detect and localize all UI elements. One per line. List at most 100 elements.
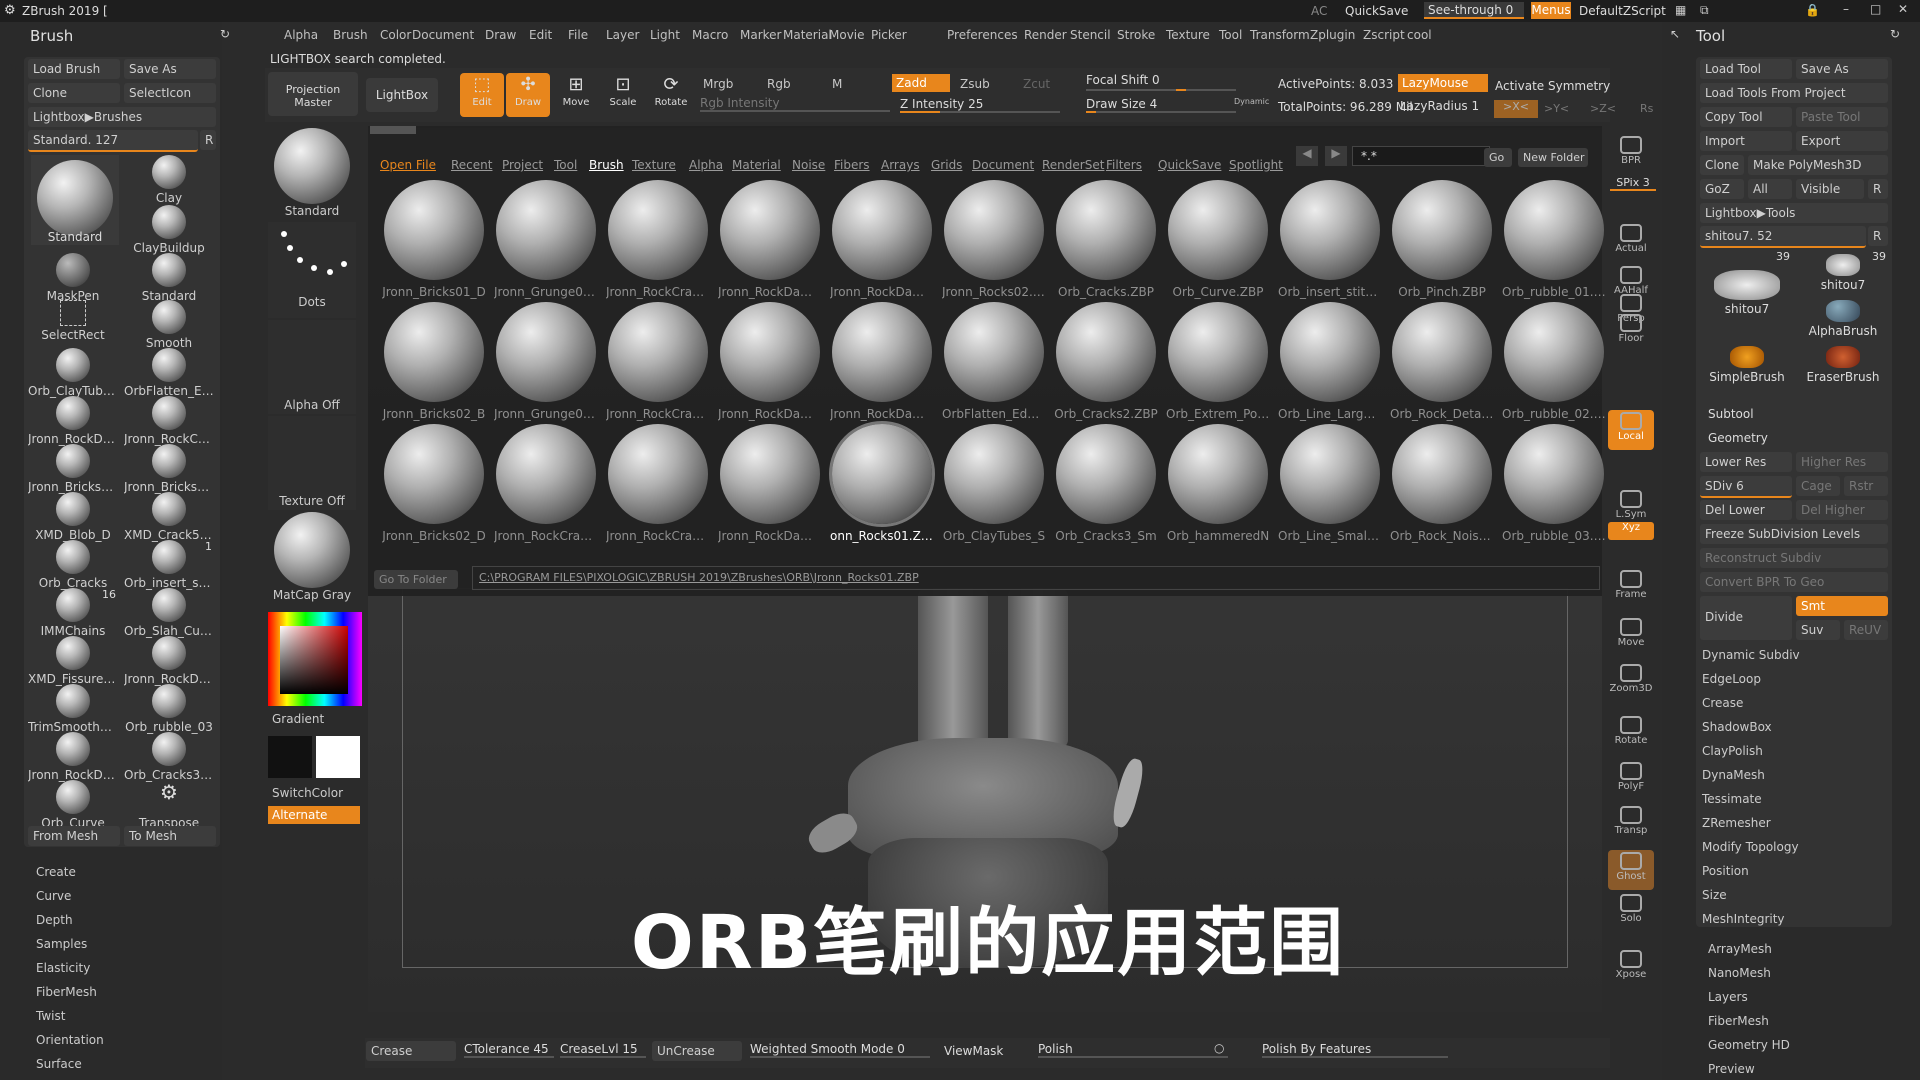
menu-tool[interactable]: Tool bbox=[1219, 28, 1242, 42]
tab-material[interactable]: Material bbox=[732, 158, 781, 172]
menu-document[interactable]: Document bbox=[412, 28, 474, 42]
lightbox-item[interactable]: Orb_Cracks3_Sm bbox=[1054, 424, 1158, 544]
menu-material[interactable]: Material bbox=[783, 28, 832, 42]
shelf-frame-button[interactable]: Frame bbox=[1608, 568, 1654, 608]
tab-open-file[interactable]: Open File bbox=[380, 158, 436, 172]
lightbox-go-button[interactable]: Go bbox=[1484, 148, 1512, 167]
geometry-dynamesh[interactable]: DynaMesh bbox=[1702, 768, 1888, 782]
brush-slot[interactable]: Orb_Cracks bbox=[28, 540, 118, 590]
tab-grids[interactable]: Grids bbox=[931, 158, 962, 172]
menu-texture[interactable]: Texture bbox=[1166, 28, 1210, 42]
shelf-transp-button[interactable]: Transp bbox=[1608, 804, 1654, 844]
r-button[interactable]: R bbox=[200, 130, 216, 150]
rstr-button[interactable]: Rstr bbox=[1844, 476, 1888, 496]
subpalette-twist[interactable]: Twist bbox=[36, 1009, 65, 1023]
all-button[interactable]: All bbox=[1748, 179, 1792, 199]
subpalette-fibermesh[interactable]: FiberMesh bbox=[36, 985, 97, 999]
z-intensity-slider[interactable]: Z Intensity 25 bbox=[900, 97, 1060, 113]
lightbox-item[interactable]: Orb_Cracks.ZBP bbox=[1054, 180, 1158, 300]
shelf-polyf-button[interactable]: PolyF bbox=[1608, 760, 1654, 800]
subpalette-elasticity[interactable]: Elasticity bbox=[36, 961, 90, 975]
lightbox-item[interactable]: Orb_Rock_Noise.Z bbox=[1390, 424, 1494, 544]
close-icon[interactable]: ✕ bbox=[1898, 2, 1908, 16]
subpalette-samples[interactable]: Samples bbox=[36, 937, 87, 951]
lightbox-item[interactable]: Jronn_RockDama( bbox=[718, 424, 822, 544]
load-tools-from-project-button[interactable]: Load Tools From Project bbox=[1700, 83, 1888, 103]
refresh-icon[interactable]: ↻ bbox=[220, 27, 230, 41]
projection-master-button[interactable]: Projection Master bbox=[268, 72, 358, 116]
brush-slot[interactable]: XMD_Fissure3_D bbox=[28, 636, 118, 686]
geometry-claypolish[interactable]: ClayPolish bbox=[1702, 744, 1888, 758]
lightbox-item[interactable]: Jronn_RockCrack( bbox=[606, 180, 710, 300]
lightbox-item[interactable]: Jronn_Rocks02.ZB bbox=[942, 180, 1046, 300]
lightbox-tools-button[interactable]: Lightbox▶Tools bbox=[1700, 203, 1888, 223]
tool-slot[interactable]: SimpleBrush bbox=[1702, 342, 1792, 408]
lightbox-item[interactable]: Orb_Line_Large.Z bbox=[1278, 302, 1382, 422]
tab-filters[interactable]: Filters bbox=[1106, 158, 1142, 172]
brush-slot[interactable]: Jronn_Bricks01_D bbox=[124, 444, 214, 494]
menu-zplugin[interactable]: Zplugin bbox=[1310, 28, 1355, 42]
brush-slot[interactable]: Jronn_RockDama bbox=[28, 732, 118, 782]
lightbox-item[interactable]: Orb_Line_Small.Z bbox=[1278, 424, 1382, 544]
menu-macro[interactable]: Macro bbox=[692, 28, 728, 42]
layout-icon[interactable]: ▦ bbox=[1675, 3, 1686, 17]
lightbox-brushes-button[interactable]: Lightbox▶Brushes bbox=[28, 107, 216, 127]
lightbox-item[interactable]: OrbFlatten_EdgeF bbox=[942, 302, 1046, 422]
tab-texture[interactable]: Texture bbox=[632, 158, 676, 172]
move-button[interactable]: ⊞ Move bbox=[554, 73, 598, 117]
brush-slot[interactable]: Clay bbox=[124, 155, 214, 205]
crease-button[interactable]: Crease bbox=[366, 1041, 456, 1061]
shelf-texture[interactable]: Texture Off bbox=[268, 416, 356, 510]
lightbox-item[interactable]: Jronn_RockDama( bbox=[718, 302, 822, 422]
brush-slot[interactable]: Orb_Cracks3_Sm bbox=[124, 732, 214, 782]
lightbox-item[interactable]: Jronn_RockCrack( bbox=[606, 424, 710, 544]
tool-r-button[interactable]: R bbox=[1868, 179, 1888, 199]
geometry-crease[interactable]: Crease bbox=[1702, 696, 1888, 710]
shelf-alpha[interactable]: Alpha Off bbox=[268, 320, 356, 414]
shelf-move-button[interactable]: Move bbox=[1608, 616, 1654, 656]
lightbox-item[interactable]: Orb_hammeredN bbox=[1166, 424, 1270, 544]
menu-preferences[interactable]: Preferences bbox=[947, 28, 1018, 42]
sym-y-button[interactable]: >Y< bbox=[1544, 102, 1569, 115]
lightbox-item[interactable]: onn_Rocks01.ZBP bbox=[830, 424, 934, 544]
shelf-standard-brush[interactable]: Standard bbox=[268, 126, 356, 222]
subpalette-surface[interactable]: Surface bbox=[36, 1057, 82, 1071]
shelf-xpose-button[interactable]: Xpose bbox=[1608, 948, 1654, 988]
activate-symmetry-button[interactable]: Activate Symmetry bbox=[1495, 79, 1610, 93]
polish-toggle-icon[interactable]: ○ bbox=[1214, 1041, 1224, 1055]
lightbox-scroll-handle[interactable] bbox=[370, 126, 416, 134]
brush-slot[interactable]: MaskPen bbox=[28, 253, 118, 303]
tool-r2-button[interactable]: R bbox=[1868, 226, 1888, 246]
reuv-button[interactable]: ReUV bbox=[1844, 620, 1888, 640]
geometry-zremesher[interactable]: ZRemesher bbox=[1702, 816, 1888, 830]
draw-size-slider[interactable]: Draw Size 4 bbox=[1086, 97, 1236, 113]
brush-slot[interactable]: TrimSmoothBorc bbox=[28, 684, 118, 734]
brush-slot[interactable]: Orb_insert_stitch1 bbox=[124, 540, 214, 590]
prev-arrow-icon[interactable]: ◀ bbox=[1296, 146, 1318, 166]
sym-z-button[interactable]: >Z< bbox=[1590, 102, 1616, 115]
smt-button[interactable]: Smt bbox=[1796, 596, 1888, 616]
edit-button[interactable]: ⬚ Edit bbox=[460, 73, 504, 117]
clone-button[interactable]: Clone bbox=[28, 83, 120, 103]
lightbox-item[interactable]: Jronn_Bricks02_B bbox=[382, 302, 486, 422]
menu-transform[interactable]: Transform bbox=[1250, 28, 1310, 42]
spix-slider[interactable]: SPix 3 bbox=[1610, 176, 1656, 191]
geometry-shadowbox[interactable]: ShadowBox bbox=[1702, 720, 1888, 734]
brush-slot[interactable]: ⚙ Transpose bbox=[124, 780, 214, 830]
lightbox-search-input[interactable]: *.* bbox=[1352, 146, 1490, 166]
tab-recent[interactable]: Recent bbox=[451, 158, 492, 172]
brush-slot[interactable]: Smooth bbox=[124, 300, 214, 350]
cage-button[interactable]: Cage bbox=[1796, 476, 1840, 496]
lightbox-item[interactable]: Jronn_RockDama( bbox=[830, 302, 934, 422]
color-picker-sv[interactable] bbox=[280, 626, 348, 694]
del-lower-button[interactable]: Del Lower bbox=[1700, 500, 1792, 520]
load-brush-button[interactable]: Load Brush bbox=[28, 59, 120, 79]
menu-render[interactable]: Render bbox=[1024, 28, 1067, 42]
menu-cool[interactable]: cool bbox=[1407, 28, 1432, 42]
menu-alpha[interactable]: Alpha bbox=[284, 28, 318, 42]
minimize-icon[interactable]: – bbox=[1843, 2, 1849, 16]
color-picker[interactable] bbox=[268, 612, 362, 706]
rgb-intensity-slider[interactable]: Rgb Intensity bbox=[700, 96, 890, 112]
tool-sub-fibermesh[interactable]: FiberMesh bbox=[1708, 1014, 1894, 1028]
lightbox-item[interactable]: Jronn_RockDama( bbox=[718, 180, 822, 300]
